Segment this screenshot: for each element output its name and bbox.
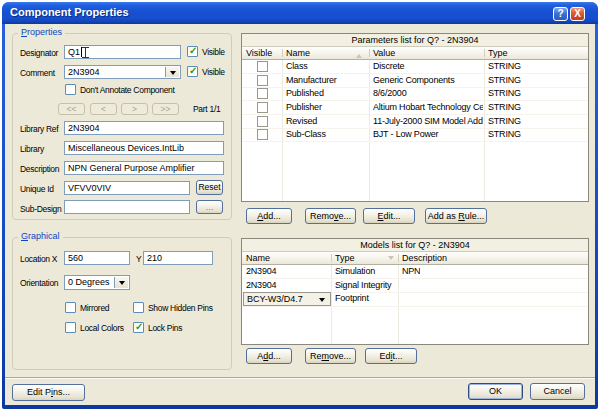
location-label: Location X — [20, 254, 57, 264]
description-input[interactable]: NPN General Purpose Amplifier — [64, 161, 224, 175]
orientation-label: Orientation — [20, 278, 58, 288]
param-row[interactable]: Published 8/6/2000 STRING — [242, 87, 588, 101]
param-row[interactable]: Class Discrete STRING — [242, 60, 588, 74]
comment-visible-checkbox[interactable] — [187, 66, 198, 77]
lock-pins-label: Lock Pins — [148, 323, 182, 333]
col-name[interactable]: Name — [246, 253, 270, 263]
param-row[interactable]: Manufacturer Generic Components STRING — [242, 74, 588, 88]
graphical-group-label: Graphical — [18, 231, 63, 241]
ok-button[interactable]: OK — [468, 383, 523, 400]
col-value[interactable]: Value — [373, 48, 395, 58]
comment-visible-label: Visible — [202, 67, 225, 77]
comment-label: Comment — [20, 68, 55, 78]
col-visible[interactable]: Visible — [246, 48, 272, 58]
help-button[interactable]: ? — [553, 7, 568, 21]
first-part-button[interactable]: << — [58, 103, 85, 115]
sort-indicator — [388, 256, 394, 263]
param-remove-button[interactable]: Remove... — [305, 208, 356, 224]
edit-pins-button[interactable]: Edit Pins... — [12, 384, 85, 401]
param-row[interactable]: Revised 11-July-2000 SIM Model Adde STRI… — [242, 115, 588, 129]
description-label: Description — [20, 164, 59, 174]
location-y-label: Y — [136, 254, 141, 264]
model-remove-button[interactable]: Remove... — [305, 348, 356, 364]
designator-label: Designator — [20, 48, 58, 58]
dont-annotate-label: Don't Annotate Component — [80, 85, 175, 95]
footprint-combo-arrow[interactable] — [315, 294, 329, 304]
parameters-header: Visible Name Value Type — [242, 47, 588, 60]
param-add-as-rule-button[interactable]: Add as Rule... — [425, 208, 487, 224]
param-visible-checkbox[interactable] — [257, 129, 268, 140]
model-add-button[interactable]: Add... — [246, 348, 292, 364]
col-name[interactable]: Name — [286, 48, 310, 58]
models-caption: Models list for Q? - 2N3904 — [242, 239, 588, 252]
lock-pins-checkbox[interactable] — [133, 322, 144, 333]
model-row[interactable]: 2N3904 Simulation NPN — [242, 265, 588, 279]
col-type[interactable]: Type — [335, 253, 355, 263]
param-row[interactable]: Publisher Altium Hobart Technology Cen S… — [242, 101, 588, 115]
sub-design-label: Sub-Design — [20, 204, 61, 214]
location-x-input[interactable]: 560 — [64, 251, 130, 265]
unique-id-input[interactable]: VFVV0VIV — [64, 181, 190, 195]
local-colors-label: Local Colors — [80, 323, 124, 333]
cancel-button[interactable]: Cancel — [530, 383, 585, 400]
comment-combo[interactable]: 2N3904 — [64, 65, 181, 79]
sub-design-input[interactable] — [64, 200, 190, 214]
local-colors-checkbox[interactable] — [65, 322, 76, 333]
mirrored-label: Mirrored — [80, 303, 109, 313]
prev-part-button[interactable]: < — [90, 103, 117, 115]
model-row[interactable]: BCY-W3/D4.7 Footprint — [242, 292, 588, 307]
library-label: Library — [20, 144, 44, 154]
param-visible-checkbox[interactable] — [257, 116, 268, 127]
part-indicator: Part 1/1 — [193, 104, 220, 114]
models-header: Name Type Description — [242, 252, 588, 265]
sort-indicator — [356, 51, 362, 58]
ibeam-cursor — [82, 47, 89, 59]
dont-annotate-checkbox[interactable] — [65, 84, 76, 95]
footprint-combo[interactable]: BCY-W3/D4.7 — [243, 292, 331, 306]
next-part-button[interactable]: > — [121, 103, 148, 115]
orientation-combo-arrow[interactable] — [114, 277, 128, 288]
parameters-panel: Parameters list for Q? - 2N3904 Visible … — [241, 33, 589, 202]
comment-combo-arrow[interactable] — [165, 67, 179, 77]
mirrored-checkbox[interactable] — [65, 302, 76, 313]
models-panel: Models list for Q? - 2N3904 Name Type De… — [241, 238, 589, 345]
param-row[interactable]: Sub-Class BJT - Low Power STRING — [242, 128, 588, 142]
orientation-combo[interactable]: 0 Degrees — [64, 275, 130, 290]
designator-visible-checkbox[interactable] — [187, 46, 198, 57]
param-edit-button[interactable]: Edit... — [363, 208, 415, 224]
last-part-button[interactable]: >> — [152, 103, 179, 115]
library-ref-input[interactable]: 2N3904 — [64, 121, 224, 135]
location-y-input[interactable]: 210 — [143, 251, 213, 265]
model-edit-button[interactable]: Edit... — [365, 348, 417, 364]
show-hidden-pins-checkbox[interactable] — [133, 302, 144, 313]
param-visible-checkbox[interactable] — [257, 75, 268, 86]
library-ref-label: Library Ref — [20, 124, 58, 134]
close-button[interactable]: X — [570, 7, 585, 21]
param-visible-checkbox[interactable] — [257, 61, 268, 72]
footer-separator — [5, 377, 595, 379]
library-input[interactable]: Miscellaneous Devices.IntLib — [64, 141, 224, 155]
param-visible-checkbox[interactable] — [257, 88, 268, 99]
designator-visible-label: Visible — [202, 47, 225, 57]
param-visible-checkbox[interactable] — [257, 102, 268, 113]
sub-design-browse-button[interactable]: ... — [196, 200, 223, 214]
show-hidden-pins-label: Show Hidden Pins — [148, 303, 213, 313]
model-row[interactable]: 2N3904 Signal Integrity — [242, 279, 588, 293]
window-title: Component Properties — [10, 6, 129, 18]
component-properties-dialog: Component Properties ? X Properties Desi… — [0, 0, 600, 411]
reset-button[interactable]: Reset — [196, 180, 223, 195]
col-description[interactable]: Description — [402, 253, 447, 263]
unique-id-label: Unique Id — [20, 184, 54, 194]
properties-group-label: Properties — [18, 27, 65, 37]
col-type[interactable]: Type — [488, 48, 508, 58]
param-add-button[interactable]: Add... — [246, 208, 292, 224]
parameters-caption: Parameters list for Q? - 2N3904 — [242, 34, 588, 47]
